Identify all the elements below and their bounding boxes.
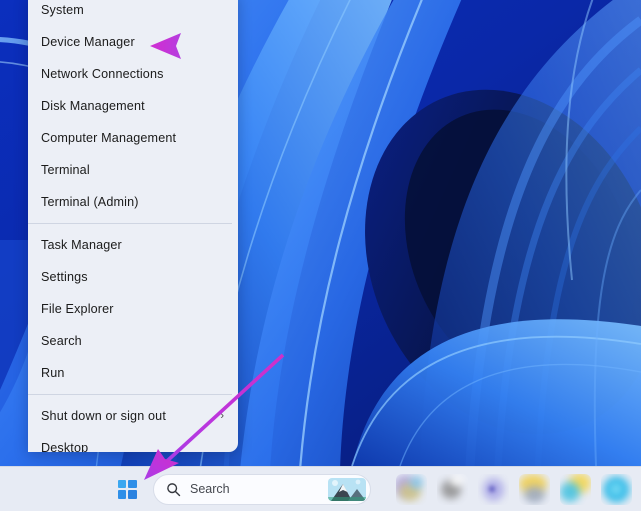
menu-item-search[interactable]: Search bbox=[28, 325, 238, 357]
start-button[interactable] bbox=[110, 474, 144, 505]
menu-item-label: Disk Management bbox=[41, 98, 145, 113]
taskbar-search-box[interactable]: Search bbox=[153, 473, 371, 505]
menu-item-label: System bbox=[41, 2, 84, 17]
menu-item-label: Terminal (Admin) bbox=[41, 194, 139, 209]
taskbar-app-2[interactable] bbox=[437, 474, 468, 505]
menu-item-run[interactable]: Run bbox=[28, 357, 238, 389]
search-input[interactable]: Search bbox=[190, 482, 230, 496]
taskbar-app-5[interactable] bbox=[560, 473, 591, 505]
menu-item-disk-management[interactable]: Disk Management bbox=[28, 90, 238, 122]
taskbar-center-group: Search bbox=[110, 473, 632, 505]
menu-item-shut-down-or-sign-out[interactable]: Shut down or sign out › bbox=[28, 400, 238, 432]
menu-item-label: Network Connections bbox=[41, 66, 164, 81]
menu-item-device-manager[interactable]: Device Manager bbox=[28, 26, 238, 58]
menu-item-label: Run bbox=[41, 365, 65, 380]
menu-item-terminal[interactable]: Terminal bbox=[28, 154, 238, 186]
taskbar-app-1[interactable] bbox=[396, 474, 427, 505]
menu-item-network-connections[interactable]: Network Connections bbox=[28, 58, 238, 90]
menu-item-label: Desktop bbox=[41, 440, 89, 452]
menu-item-label: Device Manager bbox=[41, 34, 135, 49]
menu-item-label: Task Manager bbox=[41, 237, 122, 252]
menu-item-label: Settings bbox=[41, 269, 88, 284]
menu-item-computer-management[interactable]: Computer Management bbox=[28, 122, 238, 154]
menu-separator-2 bbox=[28, 394, 232, 395]
menu-separator-1 bbox=[28, 223, 232, 224]
windows-logo-icon bbox=[117, 479, 137, 499]
taskbar-app-4[interactable] bbox=[519, 473, 550, 505]
menu-item-system[interactable]: System bbox=[28, 0, 238, 26]
taskbar-app-3[interactable] bbox=[478, 474, 509, 505]
taskbar[interactable]: Search bbox=[0, 466, 641, 511]
menu-item-label: Shut down or sign out bbox=[41, 408, 166, 423]
menu-item-task-manager[interactable]: Task Manager bbox=[28, 229, 238, 261]
taskbar-app-6[interactable] bbox=[601, 474, 632, 505]
winx-quick-link-menu[interactable]: System Device Manager Network Connection… bbox=[28, 0, 238, 452]
search-icon bbox=[166, 482, 181, 497]
menu-item-settings[interactable]: Settings bbox=[28, 261, 238, 293]
menu-item-terminal-admin[interactable]: Terminal (Admin) bbox=[28, 186, 238, 218]
taskbar-pinned-icons bbox=[396, 473, 632, 505]
menu-item-label: Search bbox=[41, 333, 82, 348]
chevron-right-icon: › bbox=[220, 409, 224, 422]
desktop-screen: System Device Manager Network Connection… bbox=[0, 0, 641, 511]
menu-item-file-explorer[interactable]: File Explorer bbox=[28, 293, 238, 325]
menu-item-label: Terminal bbox=[41, 162, 90, 177]
search-highlight-thumbnail-icon[interactable] bbox=[328, 477, 366, 501]
menu-item-label: Computer Management bbox=[41, 130, 177, 145]
menu-item-desktop[interactable]: Desktop bbox=[28, 432, 238, 452]
menu-item-label: File Explorer bbox=[41, 301, 114, 316]
